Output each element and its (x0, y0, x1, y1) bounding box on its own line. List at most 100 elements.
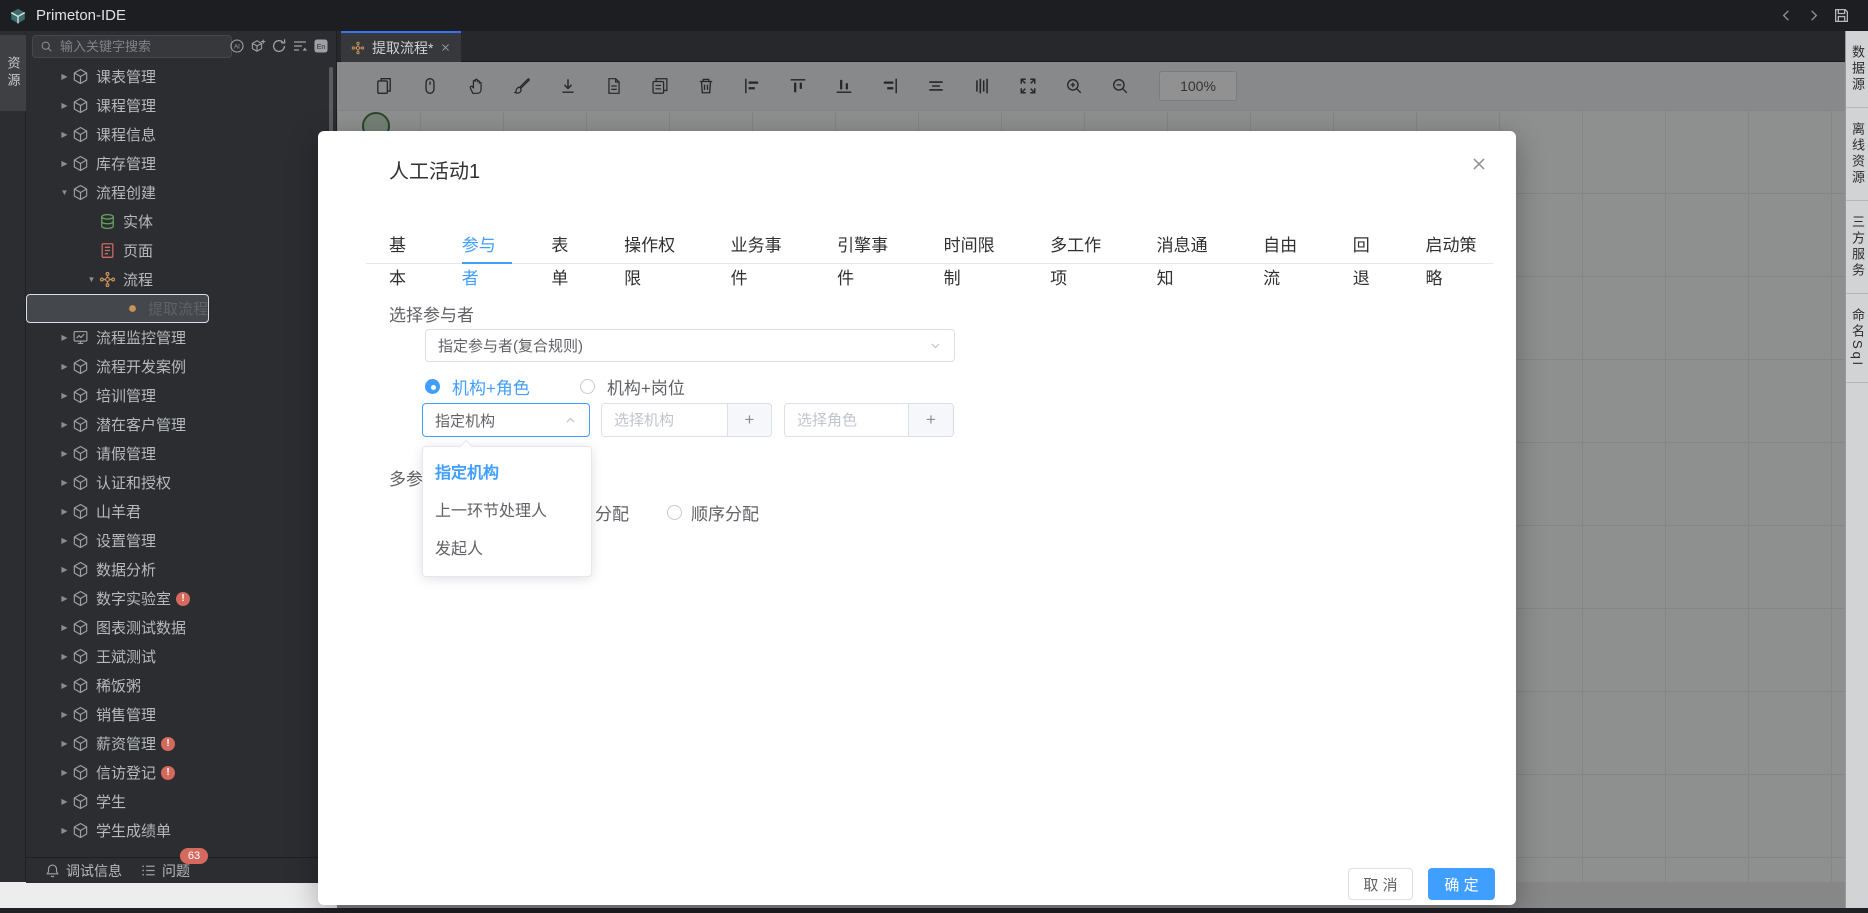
right-panel-tab[interactable]: 三方服务 (1846, 201, 1868, 294)
debug-info-button[interactable]: 调试信息 (45, 861, 122, 881)
participant-rule-select[interactable]: 指定参与者(复合规则) (425, 329, 955, 362)
chevron-icon[interactable] (57, 159, 72, 168)
dialog-tab[interactable]: 参与者 (462, 229, 513, 264)
tree-item[interactable]: 实体 (26, 207, 336, 236)
cancel-button[interactable]: 取 消 (1348, 868, 1413, 900)
chevron-icon[interactable] (57, 507, 72, 516)
dialog-close-icon[interactable] (1470, 155, 1488, 173)
chevron-icon[interactable] (57, 797, 72, 806)
dropdown-option[interactable]: 指定机构 (423, 455, 591, 493)
tree-item[interactable]: 学生成绩单 (26, 816, 336, 845)
tree-item[interactable]: 课程管理 (26, 91, 336, 120)
chevron-icon[interactable] (57, 652, 72, 661)
cube-plus-icon[interactable] (250, 38, 266, 54)
chevron-icon[interactable] (57, 188, 72, 197)
tree-item[interactable]: 课表管理 (26, 62, 336, 91)
chevron-icon[interactable] (57, 130, 72, 139)
chevron-icon[interactable] (84, 275, 99, 284)
radio-org-post[interactable] (580, 379, 595, 394)
tree-item[interactable]: 流程监控管理 (26, 323, 336, 352)
refresh-icon[interactable] (271, 38, 287, 54)
close-tab-icon[interactable] (440, 42, 451, 53)
chevron-icon[interactable] (57, 565, 72, 574)
tree-item[interactable]: 库存管理 (26, 149, 336, 178)
chevron-icon[interactable] (57, 101, 72, 110)
dialog-tab[interactable]: 自由流 (1263, 229, 1314, 264)
tree-item[interactable]: 培训管理 (26, 381, 336, 410)
tree-item[interactable]: 潜在客户管理 (26, 410, 336, 439)
chevron-icon[interactable] (57, 536, 72, 545)
right-panel-tab[interactable]: 离线资源 (1846, 108, 1868, 201)
chevron-icon[interactable] (57, 739, 72, 748)
confirm-button[interactable]: 确 定 (1428, 868, 1495, 900)
dialog-tab[interactable]: 业务事件 (731, 229, 799, 264)
chevron-icon[interactable] (57, 623, 72, 632)
search-box[interactable] (32, 35, 232, 58)
chevron-icon[interactable] (57, 391, 72, 400)
radio-org-post-label[interactable]: 机构+岗位 (607, 374, 685, 399)
tree-item[interactable]: 流程开发案例 (26, 352, 336, 381)
search-input[interactable] (58, 38, 218, 55)
role-picker-input[interactable] (785, 404, 908, 436)
dropdown-option[interactable]: 发起人 (423, 531, 591, 569)
resources-panel-tab[interactable]: 资源 (0, 35, 26, 111)
add-role-button[interactable]: + (908, 404, 953, 436)
chevron-icon[interactable] (57, 768, 72, 777)
nav-back-icon[interactable] (1779, 8, 1794, 23)
tree-item[interactable]: 学生 (26, 787, 336, 816)
tree-item[interactable]: 销售管理 (26, 700, 336, 729)
tree-item[interactable]: 认证和授权 (26, 468, 336, 497)
chevron-icon[interactable] (57, 826, 72, 835)
radio-sequential-assign[interactable] (667, 505, 682, 520)
dialog-tab[interactable]: 基本 (389, 229, 423, 264)
dropdown-option[interactable]: 上一环节处理人 (423, 493, 591, 531)
editor-tab-extract-flow[interactable]: 提取流程* (341, 31, 461, 62)
chevron-icon[interactable] (57, 362, 72, 371)
dialog-tab[interactable]: 时间限制 (944, 229, 1012, 264)
dialog-tab[interactable]: 多工作项 (1050, 229, 1118, 264)
right-panel-tab[interactable]: 数据源 (1846, 31, 1868, 108)
right-panel-tab[interactable]: 命名Sql (1846, 294, 1868, 383)
org-rule-select[interactable]: 指定机构 (422, 403, 590, 437)
tree-item[interactable]: 王斌测试 (26, 642, 336, 671)
tree-item[interactable]: 设置管理 (26, 526, 336, 555)
tree-item[interactable]: 薪资管理 ! (26, 729, 336, 758)
chevron-icon[interactable] (57, 478, 72, 487)
dialog-tab[interactable]: 消息通知 (1157, 229, 1225, 264)
translate-icon[interactable]: En (313, 38, 329, 54)
dialog-tab[interactable]: 表单 (551, 229, 585, 264)
chevron-icon[interactable] (57, 594, 72, 603)
tree-item[interactable]: 数字实验室 ! (26, 584, 336, 613)
tree-item[interactable]: 流程 (26, 265, 336, 294)
add-org-button[interactable]: + (727, 404, 771, 436)
issues-button[interactable]: 问题 (141, 861, 190, 881)
radio-org-role[interactable] (425, 379, 440, 394)
chevron-icon[interactable] (57, 681, 72, 690)
tree-item[interactable]: 图表测试数据 (26, 613, 336, 642)
chevron-icon[interactable] (57, 72, 72, 81)
chevron-icon[interactable] (57, 333, 72, 342)
dialog-tab[interactable]: 操作权限 (624, 229, 692, 264)
sort-list-icon[interactable] (292, 38, 308, 54)
save-icon[interactable] (1833, 7, 1850, 24)
tree-item[interactable]: 课程信息 (26, 120, 336, 149)
dialog-tab[interactable]: 回退 (1353, 229, 1387, 264)
tree-item[interactable]: 请假管理 (26, 439, 336, 468)
chevron-icon[interactable] (57, 710, 72, 719)
tree-item[interactable]: 山羊君 (26, 497, 336, 526)
tree-item[interactable]: 页面 (26, 236, 336, 265)
tree-item[interactable]: 提取流程 (26, 294, 209, 323)
radio-sequential-assign-label[interactable]: 顺序分配 (691, 500, 759, 525)
tree-item[interactable]: 流程创建 (26, 178, 336, 207)
org-picker-input[interactable] (602, 404, 727, 436)
tree-item[interactable]: 信访登记 ! (26, 758, 336, 787)
chevron-icon[interactable] (57, 420, 72, 429)
dialog-tab[interactable]: 启动策略 (1426, 229, 1494, 264)
radio-org-role-label[interactable]: 机构+角色 (452, 374, 530, 399)
tree-item[interactable]: 数据分析 (26, 555, 336, 584)
tree-item[interactable]: 稀饭粥 (26, 671, 336, 700)
chevron-icon[interactable] (57, 449, 72, 458)
ai-icon[interactable]: AI (229, 38, 245, 54)
dialog-tab[interactable]: 引擎事件 (837, 229, 905, 264)
nav-forward-icon[interactable] (1806, 8, 1821, 23)
